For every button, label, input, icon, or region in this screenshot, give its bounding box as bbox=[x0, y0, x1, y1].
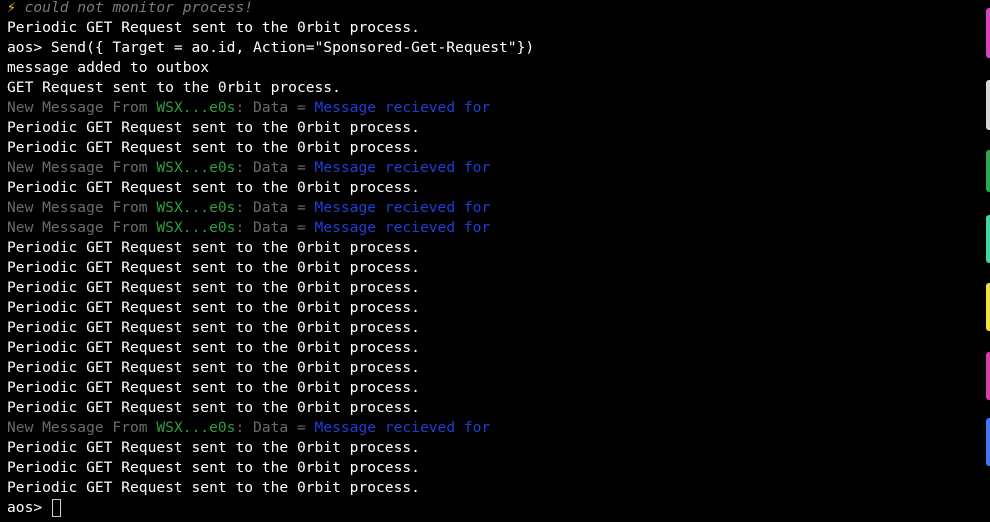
output-text: Periodic GET Request sent to the 0rbit p… bbox=[7, 359, 420, 376]
output-line: Periodic GET Request sent to the 0rbit p… bbox=[7, 138, 967, 158]
message-data-label: : Data = bbox=[235, 159, 315, 176]
message-line: New Message From WSX...e0s: Data = Messa… bbox=[7, 158, 967, 178]
message-prefix: New Message From bbox=[7, 419, 157, 436]
message-prefix: New Message From bbox=[7, 159, 157, 176]
output-line: message added to outbox bbox=[7, 58, 967, 78]
output-line: Periodic GET Request sent to the 0rbit p… bbox=[7, 338, 967, 358]
output-line: Periodic GET Request sent to the 0rbit p… bbox=[7, 298, 967, 318]
window-edge-tab bbox=[986, 352, 990, 400]
window-edge-tab bbox=[986, 283, 990, 331]
output-lines: Periodic GET Request sent to the 0rbit p… bbox=[7, 18, 967, 498]
output-line: Periodic GET Request sent to the 0rbit p… bbox=[7, 238, 967, 258]
output-text: GET Request sent to the 0rbit process. bbox=[7, 79, 341, 96]
window-edge-tab bbox=[986, 80, 990, 130]
output-line: Periodic GET Request sent to the 0rbit p… bbox=[7, 438, 967, 458]
output-line: Periodic GET Request sent to the 0rbit p… bbox=[7, 478, 967, 498]
output-line: Periodic GET Request sent to the 0rbit p… bbox=[7, 458, 967, 478]
output-line: aos> Send({ Target = ao.id, Action="Spon… bbox=[7, 38, 967, 58]
output-text: Periodic GET Request sent to the 0rbit p… bbox=[7, 339, 420, 356]
message-data: Message recieved for bbox=[314, 419, 491, 436]
output-text: Periodic GET Request sent to the 0rbit p… bbox=[7, 299, 420, 316]
message-data: Message recieved for bbox=[314, 159, 491, 176]
output-text: Periodic GET Request sent to the 0rbit p… bbox=[7, 479, 420, 496]
output-text: Periodic GET Request sent to the 0rbit p… bbox=[7, 459, 420, 476]
prompt-label: aos> bbox=[7, 499, 43, 516]
message-sender: WSX...e0s bbox=[156, 419, 236, 436]
lightning-icon: ⚡ bbox=[7, 0, 16, 16]
message-sender: WSX...e0s bbox=[156, 159, 236, 176]
input-line[interactable]: aos> bbox=[7, 498, 967, 518]
warning-line: ⚡ could not monitor process! bbox=[7, 0, 967, 18]
output-line: Periodic GET Request sent to the 0rbit p… bbox=[7, 318, 967, 338]
output-text: message added to outbox bbox=[7, 59, 210, 76]
window-edge-tab bbox=[986, 150, 990, 192]
output-text: Periodic GET Request sent to the 0rbit p… bbox=[7, 139, 420, 156]
message-data: Message recieved for bbox=[314, 99, 491, 116]
message-prefix: New Message From bbox=[7, 199, 157, 216]
output-text: Periodic GET Request sent to the 0rbit p… bbox=[7, 19, 420, 36]
output-line: Periodic GET Request sent to the 0rbit p… bbox=[7, 358, 967, 378]
message-line: New Message From WSX...e0s: Data = Messa… bbox=[7, 218, 967, 238]
output-line: Periodic GET Request sent to the 0rbit p… bbox=[7, 278, 967, 298]
message-line: New Message From WSX...e0s: Data = Messa… bbox=[7, 98, 967, 118]
message-data-label: : Data = bbox=[235, 419, 315, 436]
output-text: Periodic GET Request sent to the 0rbit p… bbox=[7, 119, 420, 136]
terminal-output: ⚡ could not monitor process! Periodic GE… bbox=[7, 0, 967, 518]
output-text: Periodic GET Request sent to the 0rbit p… bbox=[7, 179, 420, 196]
message-line: New Message From WSX...e0s: Data = Messa… bbox=[7, 418, 967, 438]
window-edge-tab bbox=[986, 215, 990, 263]
message-prefix: New Message From bbox=[7, 99, 157, 116]
output-line: Periodic GET Request sent to the 0rbit p… bbox=[7, 118, 967, 138]
message-sender: WSX...e0s bbox=[156, 99, 236, 116]
output-line: Periodic GET Request sent to the 0rbit p… bbox=[7, 258, 967, 278]
message-data-label: : Data = bbox=[235, 99, 315, 116]
output-text: Periodic GET Request sent to the 0rbit p… bbox=[7, 279, 420, 296]
output-text: Periodic GET Request sent to the 0rbit p… bbox=[7, 439, 420, 456]
message-data-label: : Data = bbox=[235, 199, 315, 216]
message-sender: WSX...e0s bbox=[156, 219, 236, 236]
output-text: Periodic GET Request sent to the 0rbit p… bbox=[7, 399, 420, 416]
text-cursor[interactable] bbox=[51, 499, 61, 517]
message-sender: WSX...e0s bbox=[156, 199, 236, 216]
output-text: Periodic GET Request sent to the 0rbit p… bbox=[7, 259, 420, 276]
output-text: aos> Send({ Target = ao.id, Action="Spon… bbox=[7, 39, 535, 56]
output-line: Periodic GET Request sent to the 0rbit p… bbox=[7, 18, 967, 38]
output-line: Periodic GET Request sent to the 0rbit p… bbox=[7, 378, 967, 398]
message-data: Message recieved for bbox=[314, 219, 491, 236]
message-prefix: New Message From bbox=[7, 219, 157, 236]
window-edge-tab bbox=[986, 418, 990, 466]
window-edge bbox=[972, 0, 990, 522]
output-line: GET Request sent to the 0rbit process. bbox=[7, 78, 967, 98]
output-text: Periodic GET Request sent to the 0rbit p… bbox=[7, 379, 420, 396]
message-line: New Message From WSX...e0s: Data = Messa… bbox=[7, 198, 967, 218]
warning-text: could not monitor process! bbox=[15, 0, 254, 16]
message-data-label: : Data = bbox=[235, 219, 315, 236]
output-text: Periodic GET Request sent to the 0rbit p… bbox=[7, 239, 420, 256]
output-text: Periodic GET Request sent to the 0rbit p… bbox=[7, 319, 420, 336]
output-line: Periodic GET Request sent to the 0rbit p… bbox=[7, 178, 967, 198]
output-line: Periodic GET Request sent to the 0rbit p… bbox=[7, 398, 967, 418]
message-data: Message recieved for bbox=[314, 199, 491, 216]
window-edge-tab bbox=[986, 8, 990, 58]
